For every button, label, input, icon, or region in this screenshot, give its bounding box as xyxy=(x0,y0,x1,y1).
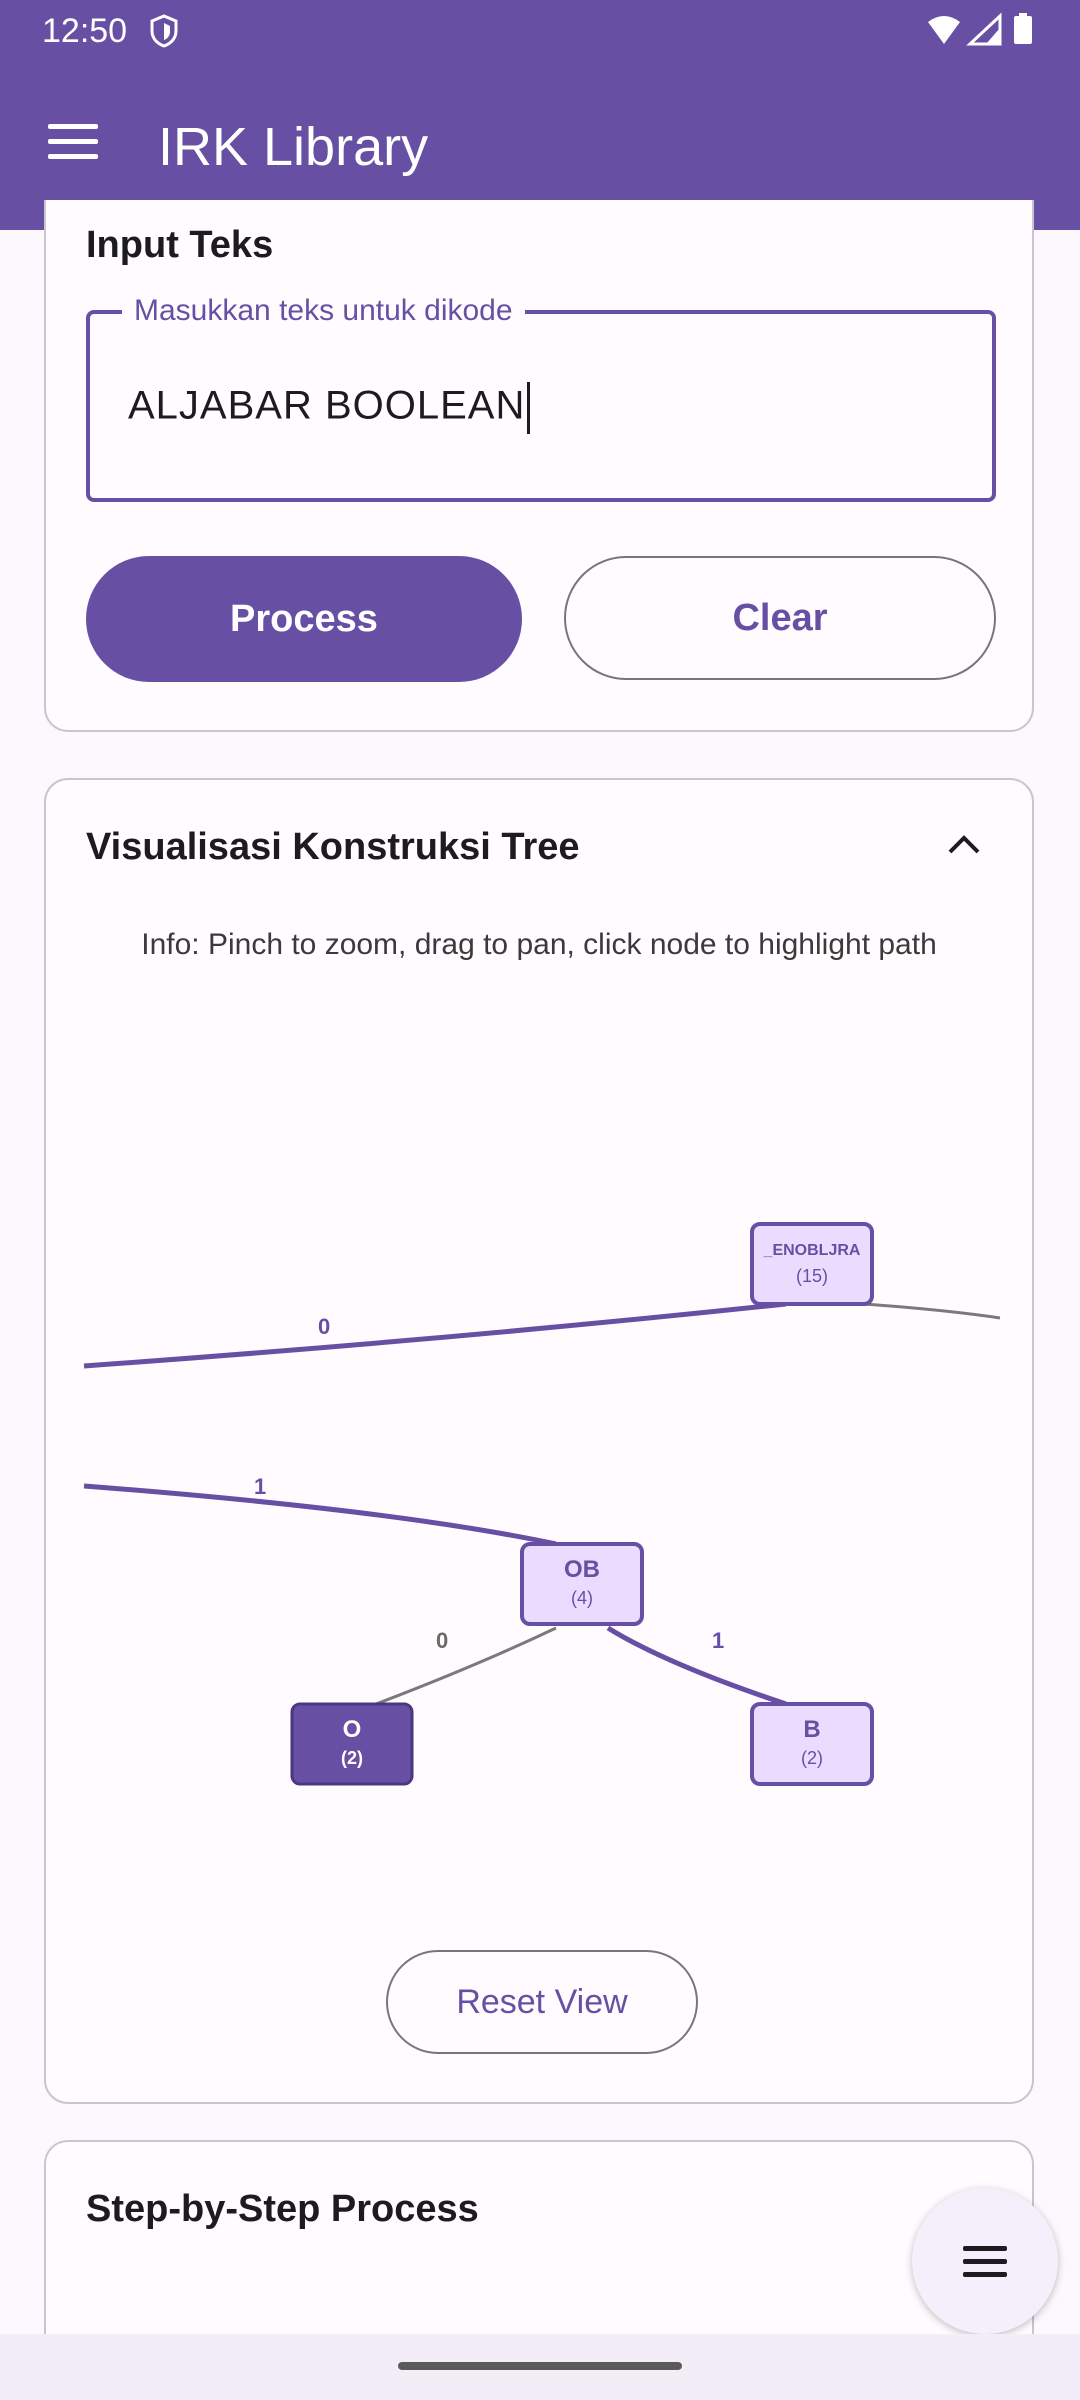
text-caret xyxy=(527,382,531,434)
tree-edge xyxy=(83,1483,557,1547)
steps-card-title: Step-by-Step Process xyxy=(86,2188,479,2230)
menu-fab-button[interactable] xyxy=(912,2188,1058,2334)
menu-icon[interactable] xyxy=(48,124,98,160)
tree-node-b[interactable]: B (2) xyxy=(750,1702,874,1786)
wifi-icon xyxy=(928,16,960,44)
tree-edge xyxy=(606,1625,787,1707)
node-count: (2) xyxy=(341,1748,363,1768)
node-count: (2) xyxy=(801,1748,823,1768)
shield-icon xyxy=(150,14,178,57)
node-label: OB xyxy=(564,1556,600,1583)
process-button[interactable]: Process xyxy=(86,556,522,682)
tree-edge xyxy=(863,1302,1001,1320)
text-input-label: Masukkan teks untuk dikode xyxy=(122,294,525,328)
text-input-field[interactable]: Masukkan teks untuk dikode ALJABAR BOOLE… xyxy=(86,294,996,502)
home-gesture-handle[interactable] xyxy=(398,2362,682,2370)
reset-view-button[interactable]: Reset View xyxy=(386,1950,698,2054)
text-input-value[interactable]: ALJABAR BOOLEAN xyxy=(128,382,531,434)
status-time: 12:50 xyxy=(42,12,128,50)
tree-edge xyxy=(83,1301,787,1369)
edge-label: 0 xyxy=(436,1628,448,1653)
node-label: B xyxy=(803,1716,820,1743)
status-bar: 12:50 xyxy=(0,0,1080,62)
node-label: _ENOBLJRA xyxy=(763,1242,861,1259)
input-card: Input Teks Masukkan teks untuk dikode AL… xyxy=(44,200,1034,732)
app-title: IRK Library xyxy=(158,117,429,177)
tree-edge xyxy=(375,1626,557,1706)
status-icons xyxy=(924,12,1044,57)
tree-node-o[interactable]: O (2) xyxy=(290,1702,414,1786)
battery-icon xyxy=(1014,16,1032,44)
tree-canvas[interactable]: 0 1 0 1 _ENOBLJRA (15) OB (4) O (2) B (2… xyxy=(46,780,1036,1940)
node-label: O xyxy=(343,1716,362,1743)
edge-label: 1 xyxy=(254,1474,266,1499)
clear-button[interactable]: Clear xyxy=(564,556,996,680)
steps-card: Step-by-Step Process xyxy=(44,2140,1034,2350)
tree-node-ob[interactable]: OB (4) xyxy=(520,1542,644,1626)
input-section-label: Input Teks xyxy=(86,224,274,266)
node-count: (15) xyxy=(796,1266,828,1286)
tree-visualization-card: Visualisasi Konstruksi Tree Info: Pinch … xyxy=(44,778,1034,2104)
edge-label: 1 xyxy=(712,1628,724,1653)
edge-label: 0 xyxy=(318,1314,330,1339)
node-count: (4) xyxy=(571,1588,593,1608)
tree-node-root[interactable]: _ENOBLJRA (15) xyxy=(750,1222,874,1306)
